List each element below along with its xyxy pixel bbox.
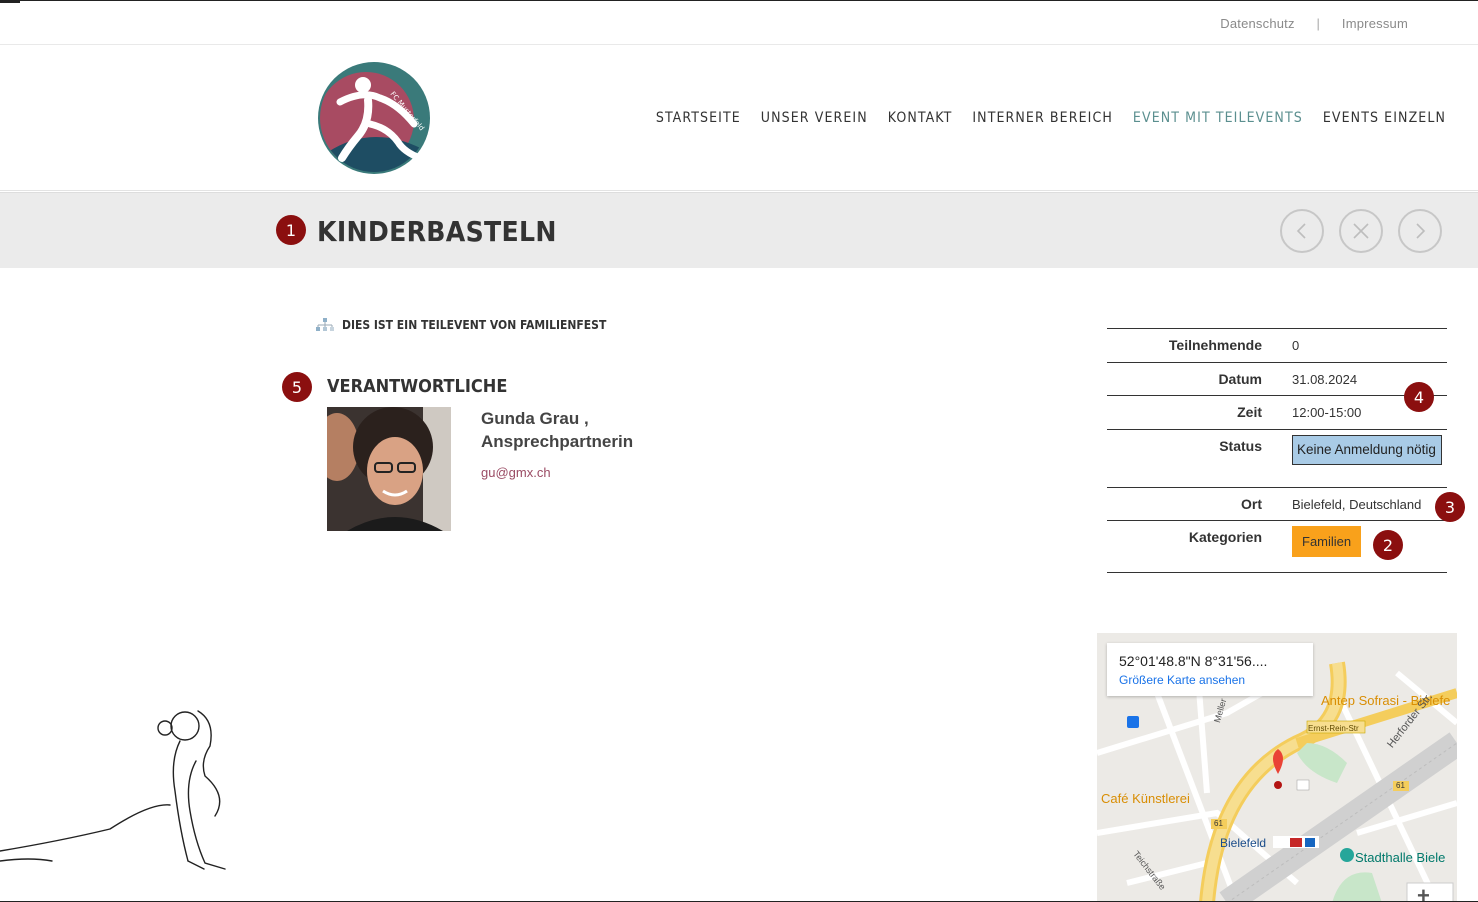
close-button[interactable] [1339,209,1383,253]
next-icon [1416,223,1426,239]
info-row-status: Status Keine Anmeldung nötig [1107,430,1447,488]
map-label-road-61: 61 [1214,819,1223,828]
info-value: Bielefeld, Deutschland [1292,497,1422,512]
info-label: Teilnehmende [1168,337,1262,353]
main-nav: STARTSEITE UNSER VEREIN KONTAKT INTERNER… [656,110,1446,126]
info-label: Zeit [1237,404,1262,420]
info-row-place: Ort Bielefeld, Deutschland [1107,488,1447,521]
annotation-badge: 2 [1373,530,1403,560]
responsible-heading: VERANTWORTLICHE [327,376,508,397]
top-bar: Datenschutz | Impressum [0,1,1478,45]
info-value: 31.08.2024 [1292,372,1358,387]
nav-unser-verein[interactable]: UNSER VEREIN [761,110,868,126]
info-row-time: Zeit 12:00-15:00 [1107,396,1447,430]
subevent-text[interactable]: DIES IST EIN TEILEVENT VON FAMILIENFEST [342,318,606,332]
annotation-badge: 1 [276,215,306,245]
zoom-in-button[interactable]: + [1417,883,1430,901]
location-map[interactable]: Antep Sofrasi - Bielefe Ernst-Rein-Str H… [1097,633,1457,901]
prev-icon [1296,223,1306,239]
page: Datenschutz | Impressum FC Musterfeld ST… [0,0,1478,902]
nav-events-einzeln[interactable]: EVENTS EINZELN [1323,110,1446,126]
map-coordinates: 52°01'48.8"N 8°31'56.... [1119,653,1268,669]
top-links-separator: | [1316,16,1321,31]
top-links: Datenschutz | Impressum [1220,16,1408,31]
header: FC Musterfeld STARTSEITE UNSER VEREIN KO… [0,45,1478,191]
info-label: Datum [1218,371,1262,387]
club-logo-icon: FC Musterfeld [318,62,430,174]
larger-map-link[interactable]: Größere Karte ansehen [1119,673,1301,687]
info-value: 12:00-15:00 [1292,405,1362,420]
map-label-ernst: Ernst-Rein-Str [1308,724,1359,733]
title-band: 1 KINDERBASTELN [0,192,1478,268]
map-label-bielefeld: Bielefeld [1220,836,1267,850]
nav-kontakt[interactable]: KONTAKT [888,110,953,126]
nav-interner-bereich[interactable]: INTERNER BEREICH [972,110,1113,126]
close-icon [1353,223,1369,239]
annotation-badge: 5 [282,372,312,402]
info-label: Kategorien [1188,529,1262,545]
responsible-name-line: Gunda Grau , [481,409,589,428]
annotation-badge: 3 [1435,492,1465,522]
impressum-link[interactable]: Impressum [1342,16,1408,31]
page-title: KINDERBASTELN [317,215,557,248]
map-label-road-61: 61 [1396,781,1405,790]
annotation-badge: 4 [1404,382,1434,412]
info-row-date: Datum 31.08.2024 [1107,363,1447,396]
sitemap-icon [316,318,334,331]
map-info-card: 52°01'48.8"N 8°31'56.... Größere Karte a… [1107,643,1313,696]
info-label: Status [1219,438,1262,454]
info-label: Ort [1241,496,1262,512]
status-badge: Keine Anmeldung nötig [1292,435,1442,465]
info-row-participants: Teilnehmende 0 [1107,329,1447,363]
club-logo[interactable]: FC Musterfeld [318,62,430,174]
next-button[interactable] [1398,209,1442,253]
map-label-cafe: Café Künstlerei [1101,791,1190,806]
datenschutz-link[interactable]: Datenschutz [1220,16,1294,31]
responsible-role: Ansprechpartnerin [481,432,634,451]
nav-startseite[interactable]: STARTSEITE [656,110,741,126]
responsible-photo [327,407,451,531]
map-label-stadthalle: Stadthalle Biele [1355,850,1446,865]
category-familien[interactable]: Familien [1292,526,1362,557]
prev-button[interactable] [1280,209,1324,253]
responsible-email[interactable]: gu@gmx.ch [481,465,551,480]
subevent-note: DIES IST EIN TEILEVENT VON FAMILIENFEST [316,318,606,332]
responsible-name: Gunda Grau , Ansprechpartnerin [481,407,633,453]
person-photo [327,407,451,531]
nav-event-mit-teilevents[interactable]: EVENT MIT TEILEVENTS [1133,110,1303,126]
yoga-figure-illustration [0,710,226,870]
info-value: 0 [1292,338,1300,353]
